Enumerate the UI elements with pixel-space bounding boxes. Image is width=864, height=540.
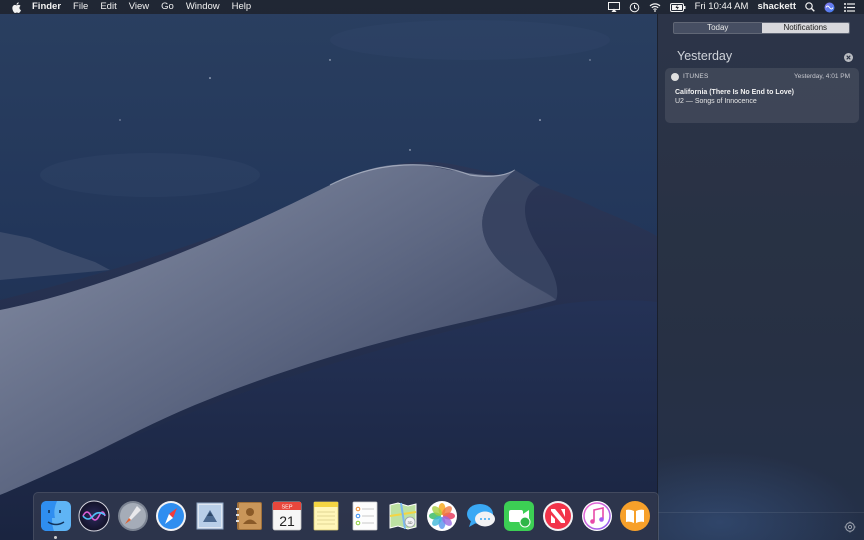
news-icon[interactable] <box>542 500 574 532</box>
panel-glow <box>658 450 864 540</box>
tab-today[interactable]: Today <box>674 23 762 33</box>
launchpad-icon[interactable] <box>117 500 149 532</box>
notification-time: Yesterday, 4:01 PM <box>793 73 850 80</box>
maps-icon[interactable]: 3D <box>387 500 419 532</box>
notification-center-panel: Today Notifications Yesterday ITUNES Yes… <box>657 14 864 540</box>
notification-title: California (There Is No End to Love) <box>675 89 795 96</box>
finder-icon[interactable] <box>40 500 72 532</box>
menu-view[interactable]: View <box>129 0 149 14</box>
calendar-day: 21 <box>279 513 295 529</box>
time-machine-icon[interactable] <box>629 0 640 14</box>
menu-go[interactable]: Go <box>161 0 174 14</box>
mail-icon[interactable] <box>194 500 226 532</box>
menu-app-name[interactable]: Finder <box>32 0 61 14</box>
safari-icon[interactable] <box>155 500 187 532</box>
menu-window[interactable]: Window <box>186 0 220 14</box>
menubar-user-name[interactable]: shackett <box>757 0 796 14</box>
dock: SEP 21 3D <box>33 492 659 540</box>
menubar-clock[interactable]: Fri 10:44 AM <box>695 0 749 14</box>
clear-section-button[interactable] <box>844 53 853 62</box>
notification-card[interactable]: ITUNES Yesterday, 4:01 PM California (Th… <box>665 68 859 123</box>
siri-icon[interactable] <box>824 0 835 14</box>
facetime-icon[interactable] <box>503 500 535 532</box>
menu-bar: Finder File Edit View Go Window Help Fri… <box>0 0 864 14</box>
notification-center-tabs: Today Notifications <box>673 22 850 34</box>
panel-divider <box>658 512 864 513</box>
menu-help[interactable]: Help <box>232 0 252 14</box>
calendar-icon[interactable]: SEP 21 <box>271 500 303 532</box>
spotlight-search-icon[interactable] <box>805 0 815 14</box>
menu-edit[interactable]: Edit <box>100 0 116 14</box>
airplay-icon[interactable] <box>607 0 620 14</box>
notes-icon[interactable] <box>310 500 342 532</box>
contacts-icon[interactable] <box>233 500 265 532</box>
photos-icon[interactable] <box>426 500 458 532</box>
finder-running-indicator <box>54 536 57 539</box>
apple-menu-icon[interactable] <box>12 1 22 13</box>
battery-icon[interactable] <box>669 0 686 14</box>
books-icon[interactable] <box>619 500 651 532</box>
close-icon <box>846 55 851 60</box>
notification-settings-gear-icon[interactable] <box>844 520 856 533</box>
reminders-icon[interactable] <box>349 500 381 532</box>
itunes-app-icon <box>671 73 679 81</box>
notification-app-name: ITUNES <box>683 73 709 80</box>
calendar-month: SEP <box>281 505 292 511</box>
section-title: Yesterday <box>677 49 733 63</box>
tab-notifications[interactable]: Notifications <box>761 23 849 33</box>
menu-file[interactable]: File <box>73 0 88 14</box>
itunes-icon[interactable] <box>581 500 613 532</box>
wifi-icon[interactable] <box>649 0 661 14</box>
svg-text:3D: 3D <box>407 520 412 525</box>
notification-subtitle: U2 — Songs of Innocence <box>675 98 757 105</box>
messages-icon[interactable] <box>465 500 497 532</box>
siri-dock-icon[interactable] <box>78 500 110 532</box>
notification-center-icon[interactable] <box>844 0 855 14</box>
